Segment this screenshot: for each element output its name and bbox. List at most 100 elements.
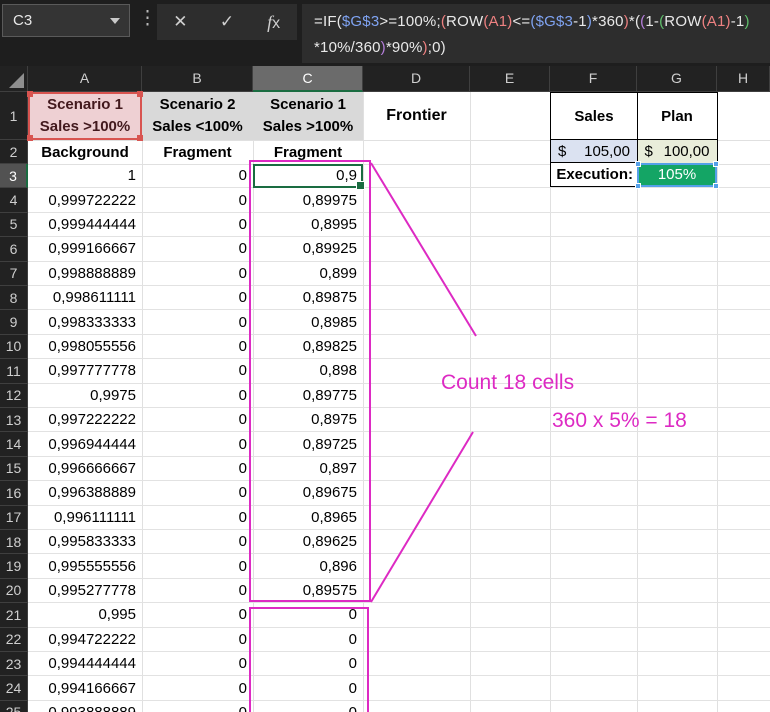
row-header-19[interactable]: 19 — [0, 554, 28, 578]
row-header-23[interactable]: 23 — [0, 652, 28, 676]
cell-A2[interactable]: Background — [28, 140, 142, 164]
cell-A13[interactable]: 0,997222222 — [28, 408, 136, 431]
cell-G2[interactable]: $ 100,00 — [637, 139, 718, 164]
row-header-5[interactable]: 5 — [0, 213, 28, 237]
cell-C9[interactable]: 0,8985 — [253, 310, 357, 333]
cell-C20[interactable]: 0,89575 — [253, 579, 357, 602]
row-header-6[interactable]: 6 — [0, 237, 28, 261]
cell-B5[interactable]: 0 — [142, 213, 247, 236]
cell-A6[interactable]: 0,999166667 — [28, 237, 136, 260]
cell-C10[interactable]: 0,89825 — [253, 335, 357, 358]
cell-C15[interactable]: 0,897 — [253, 457, 357, 480]
cell-B18[interactable]: 0 — [142, 530, 247, 553]
cell-C7[interactable]: 0,899 — [253, 262, 357, 285]
cell-A11[interactable]: 0,997777778 — [28, 359, 136, 382]
cell-B4[interactable]: 0 — [142, 188, 247, 211]
column-header-F[interactable]: F — [550, 66, 637, 92]
column-header-D[interactable]: D — [363, 66, 470, 92]
cell-C18[interactable]: 0,89625 — [253, 530, 357, 553]
cell-B7[interactable]: 0 — [142, 262, 247, 285]
row-header-1[interactable]: 1 — [0, 92, 28, 140]
cell-A8[interactable]: 0,998611111 — [28, 286, 136, 309]
cell-A19[interactable]: 0,995555556 — [28, 554, 136, 577]
cell-B21[interactable]: 0 — [142, 603, 247, 626]
cell-D1[interactable]: Frontier — [363, 92, 470, 140]
cell-A3[interactable]: 1 — [28, 164, 136, 187]
cell-F3[interactable]: Execution: — [550, 162, 638, 187]
cell-F2[interactable]: $ 105,00 — [550, 139, 638, 164]
column-header-E[interactable]: E — [470, 66, 550, 92]
cell-A7[interactable]: 0,998888889 — [28, 262, 136, 285]
row-header-22[interactable]: 22 — [0, 628, 28, 652]
row-header-14[interactable]: 14 — [0, 432, 28, 456]
cell-C17[interactable]: 0,8965 — [253, 506, 357, 529]
cell-C4[interactable]: 0,89975 — [253, 188, 357, 211]
cell-C1[interactable]: Scenario 1 Sales >100% — [253, 92, 363, 140]
row-header-10[interactable]: 10 — [0, 335, 28, 359]
row-header-4[interactable]: 4 — [0, 188, 28, 212]
cell-A18[interactable]: 0,995833333 — [28, 530, 136, 553]
row-header-3[interactable]: 3 — [0, 164, 28, 188]
cell-B6[interactable]: 0 — [142, 237, 247, 260]
cell-B22[interactable]: 0 — [142, 628, 247, 651]
cell-B16[interactable]: 0 — [142, 481, 247, 504]
enter-button[interactable]: ✓ — [212, 12, 242, 32]
cell-A20[interactable]: 0,995277778 — [28, 579, 136, 602]
insert-function-button[interactable]: fx — [259, 12, 289, 33]
select-all-button[interactable] — [0, 66, 28, 92]
cell-B11[interactable]: 0 — [142, 359, 247, 382]
cell-C12[interactable]: 0,89775 — [253, 384, 357, 407]
cell-A16[interactable]: 0,996388889 — [28, 481, 136, 504]
cell-B19[interactable]: 0 — [142, 554, 247, 577]
row-header-17[interactable]: 17 — [0, 506, 28, 530]
cell-A9[interactable]: 0,998333333 — [28, 310, 136, 333]
cell-C11[interactable]: 0,898 — [253, 359, 357, 382]
cell-A23[interactable]: 0,994444444 — [28, 652, 136, 675]
cell-A17[interactable]: 0,996111111 — [28, 506, 136, 529]
cell-B14[interactable]: 0 — [142, 432, 247, 455]
cell-B13[interactable]: 0 — [142, 408, 247, 431]
cell-C5[interactable]: 0,8995 — [253, 213, 357, 236]
cell-A12[interactable]: 0,9975 — [28, 384, 136, 407]
cell-A4[interactable]: 0,999722222 — [28, 188, 136, 211]
fill-handle[interactable] — [356, 181, 365, 190]
row-header-9[interactable]: 9 — [0, 310, 28, 334]
more-options-icon[interactable]: ⋮ — [138, 8, 157, 30]
cell-C6[interactable]: 0,89925 — [253, 237, 357, 260]
row-header-21[interactable]: 21 — [0, 603, 28, 627]
cell-B15[interactable]: 0 — [142, 457, 247, 480]
cell-G1[interactable]: Plan — [637, 92, 718, 140]
cell-C2[interactable]: Fragment — [253, 140, 363, 164]
cell-C21[interactable]: 0 — [253, 603, 357, 626]
row-header-12[interactable]: 12 — [0, 384, 28, 408]
cell-A14[interactable]: 0,996944444 — [28, 432, 136, 455]
cell-G3[interactable]: 105% — [637, 163, 717, 187]
cell-A22[interactable]: 0,994722222 — [28, 628, 136, 651]
cell-A21[interactable]: 0,995 — [28, 603, 136, 626]
cell-A10[interactable]: 0,998055556 — [28, 335, 136, 358]
cell-B2[interactable]: Fragment — [142, 140, 253, 164]
cell-A1[interactable]: Scenario 1 Sales >100% — [28, 92, 142, 140]
row-header-18[interactable]: 18 — [0, 530, 28, 554]
row-header-24[interactable]: 24 — [0, 676, 28, 700]
column-header-C[interactable]: C — [253, 66, 363, 92]
cell-A15[interactable]: 0,996666667 — [28, 457, 136, 480]
cell-C22[interactable]: 0 — [253, 628, 357, 651]
cell-B20[interactable]: 0 — [142, 579, 247, 602]
column-header-G[interactable]: G — [637, 66, 717, 92]
column-header-B[interactable]: B — [142, 66, 253, 92]
cell-C14[interactable]: 0,89725 — [253, 432, 357, 455]
cell-C24[interactable]: 0 — [253, 676, 357, 699]
column-header-A[interactable]: A — [28, 66, 142, 92]
row-header-25[interactable]: 25 — [0, 701, 28, 712]
cell-B3[interactable]: 0 — [142, 164, 247, 187]
column-header-H[interactable]: H — [717, 66, 770, 92]
cell-B23[interactable]: 0 — [142, 652, 247, 675]
cell-C25[interactable]: 0 — [253, 701, 357, 712]
cell-B8[interactable]: 0 — [142, 286, 247, 309]
cell-B25[interactable]: 0 — [142, 701, 247, 712]
cell-A24[interactable]: 0,994166667 — [28, 676, 136, 699]
row-header-11[interactable]: 11 — [0, 359, 28, 383]
row-header-8[interactable]: 8 — [0, 286, 28, 310]
row-header-16[interactable]: 16 — [0, 481, 28, 505]
